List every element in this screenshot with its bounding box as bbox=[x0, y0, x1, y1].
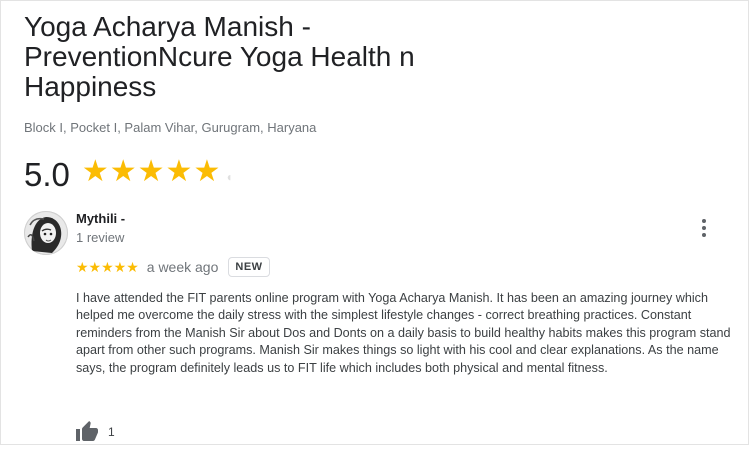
star-partial-icon: ◖ bbox=[225, 170, 234, 184]
business-title: Yoga Acharya Manish - PreventionNcure Yo… bbox=[24, 11, 415, 102]
more-vert-icon[interactable] bbox=[694, 218, 714, 238]
thumbs-up-icon[interactable] bbox=[74, 420, 100, 444]
reviewer-name[interactable]: Mythili - bbox=[76, 211, 125, 226]
business-address: Block I, Pocket I, Palam Vihar, Gurugram… bbox=[24, 120, 317, 135]
review-meta: ★★★★★ a week ago NEW bbox=[76, 257, 270, 277]
overall-rating: 5.0 ★★★★★ ◖ bbox=[24, 152, 234, 197]
review-text: I have attended the FIT parents online p… bbox=[76, 291, 731, 375]
rating-stars: ★★★★★ ◖ bbox=[81, 155, 234, 188]
rating-value: 5.0 bbox=[24, 155, 70, 193]
reviewer-review-count: 1 review bbox=[76, 230, 125, 245]
like-count: 1 bbox=[108, 425, 115, 439]
new-badge: NEW bbox=[228, 257, 270, 277]
review-time: a week ago bbox=[146, 259, 219, 275]
review-stars: ★★★★★ bbox=[76, 258, 139, 275]
reviewer-avatar[interactable] bbox=[24, 211, 68, 255]
